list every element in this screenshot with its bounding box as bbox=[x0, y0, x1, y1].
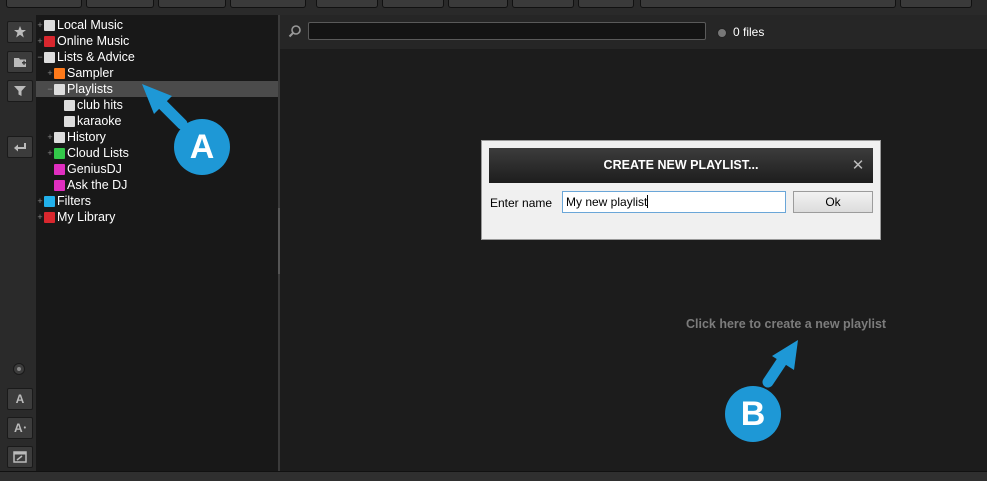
close-icon[interactable]: ✕ bbox=[851, 148, 865, 183]
tree-item-history[interactable]: + History bbox=[36, 129, 278, 145]
tree-item-club-hits[interactable]: club hits bbox=[36, 97, 278, 113]
toolbar-button[interactable] bbox=[448, 0, 508, 8]
toolbar-button[interactable] bbox=[512, 0, 574, 8]
new-folder-button[interactable] bbox=[7, 51, 33, 73]
toolbar-button[interactable] bbox=[86, 0, 154, 8]
text-cursor bbox=[647, 195, 649, 208]
toolbar-button[interactable] bbox=[900, 0, 972, 8]
tree-item-label: Online Music bbox=[57, 34, 130, 48]
annotation-b-marker: B bbox=[725, 386, 781, 442]
tree-item-label: Playlists bbox=[67, 82, 113, 96]
create-playlist-dialog: CREATE NEW PLAYLIST... ✕ Enter name My n… bbox=[481, 140, 881, 240]
window-button[interactable] bbox=[7, 446, 33, 468]
window-icon bbox=[13, 451, 27, 463]
funnel-icon bbox=[14, 86, 26, 96]
annotation-a-marker: A bbox=[174, 119, 230, 175]
folder-add-icon bbox=[14, 58, 26, 67]
tree-item-sampler[interactable]: + Sampler bbox=[36, 65, 278, 81]
playlist-name-field[interactable]: My new playlist bbox=[562, 191, 786, 213]
tree-item-label: club hits bbox=[77, 98, 123, 112]
playlist-name-value: My new playlist bbox=[566, 195, 648, 209]
toolbar-button[interactable] bbox=[316, 0, 378, 8]
strip-indicator[interactable] bbox=[13, 363, 25, 375]
tree-item-karaoke[interactable]: karaoke bbox=[36, 113, 278, 129]
ok-button[interactable]: Ok bbox=[793, 191, 873, 213]
toolbar-button[interactable] bbox=[578, 0, 634, 8]
tree-item-lists-advice[interactable]: − Lists & Advice bbox=[36, 49, 278, 65]
create-playlist-hint[interactable]: Click here to create a new playlist bbox=[686, 317, 886, 331]
font-size-button[interactable]: A bbox=[7, 388, 33, 410]
tree-item-label: Local Music bbox=[57, 18, 123, 32]
tree-item-label: Cloud Lists bbox=[67, 146, 129, 160]
expander-icon[interactable]: + bbox=[36, 17, 44, 33]
toolbar-button[interactable] bbox=[158, 0, 226, 8]
main-panel: 0 files Click here to create a new playl… bbox=[280, 15, 987, 471]
back-button[interactable] bbox=[7, 136, 33, 158]
playlist-file-icon bbox=[64, 99, 75, 111]
expander-icon[interactable]: + bbox=[36, 209, 44, 225]
tree-item-geniusdj[interactable]: GeniusDJ bbox=[36, 161, 278, 177]
dialog-title: CREATE NEW PLAYLIST... bbox=[603, 158, 759, 172]
expander-icon[interactable]: + bbox=[46, 65, 54, 81]
tree-item-ask-the-dj[interactable]: Ask the DJ bbox=[36, 177, 278, 193]
dialog-title-bar[interactable]: CREATE NEW PLAYLIST... ✕ bbox=[489, 148, 873, 183]
expander-icon[interactable]: − bbox=[36, 49, 44, 65]
name-label: Enter name bbox=[490, 196, 553, 210]
font-size-small-button[interactable]: A • bbox=[7, 417, 33, 439]
monitor-icon bbox=[44, 19, 55, 31]
toolbar-button[interactable] bbox=[230, 0, 306, 8]
return-arrow-icon bbox=[14, 143, 26, 152]
history-icon bbox=[54, 131, 65, 143]
expander-icon[interactable]: + bbox=[46, 145, 54, 161]
file-count-indicator bbox=[717, 28, 727, 38]
tree-item-filters[interactable]: + Filters bbox=[36, 193, 278, 209]
left-icon-strip: A A • bbox=[0, 15, 37, 471]
expander-icon[interactable]: + bbox=[36, 33, 44, 49]
tree-item-label: Lists & Advice bbox=[57, 50, 135, 64]
filter-icon bbox=[44, 195, 55, 207]
font-a-small-icon: A bbox=[13, 421, 23, 435]
toolbar-button[interactable] bbox=[382, 0, 444, 8]
font-a-icon: A bbox=[15, 392, 25, 406]
tree-item-playlists[interactable]: − Playlists bbox=[36, 81, 278, 97]
search-bar: 0 files bbox=[280, 15, 987, 49]
tree-item-label: History bbox=[67, 130, 106, 144]
tree-item-label: Ask the DJ bbox=[67, 178, 128, 192]
filter-folder-button[interactable] bbox=[7, 80, 33, 102]
tree-item-online-music[interactable]: + Online Music bbox=[36, 33, 278, 49]
expander-icon[interactable]: + bbox=[46, 129, 54, 145]
sampler-icon bbox=[54, 67, 65, 79]
file-count: 0 files bbox=[733, 25, 765, 39]
tree-item-label: My Library bbox=[57, 210, 116, 224]
tree-item-local-music[interactable]: + Local Music bbox=[36, 17, 278, 33]
globe-icon bbox=[44, 35, 55, 47]
tree-item-label: karaoke bbox=[77, 114, 122, 128]
search-icon[interactable] bbox=[288, 24, 302, 38]
toolbar-button[interactable] bbox=[640, 0, 896, 8]
playlist-file-icon bbox=[64, 115, 75, 127]
tree-item-label: Sampler bbox=[67, 66, 114, 80]
tree-item-label: Filters bbox=[57, 194, 92, 208]
toolbar-button[interactable] bbox=[6, 0, 82, 8]
folder-tree: + Local Music + Online Music − Lists & Advice… bbox=[36, 15, 278, 471]
expander-icon[interactable]: + bbox=[36, 193, 44, 209]
favorites-button[interactable] bbox=[7, 21, 33, 43]
cloud-icon bbox=[54, 147, 65, 159]
ask-icon bbox=[54, 179, 65, 191]
playlist-icon bbox=[54, 83, 65, 95]
expander-icon[interactable]: − bbox=[46, 81, 54, 97]
list-icon bbox=[44, 51, 55, 63]
search-input[interactable] bbox=[308, 22, 706, 40]
tree-item-cloud-lists[interactable]: + Cloud Lists bbox=[36, 145, 278, 161]
star-folder-icon bbox=[14, 26, 26, 38]
genius-icon bbox=[54, 163, 65, 175]
top-toolbar bbox=[0, 0, 987, 16]
tree-item-my-library[interactable]: + My Library bbox=[36, 209, 278, 225]
tree-item-label: GeniusDJ bbox=[67, 162, 122, 176]
library-icon bbox=[44, 211, 55, 223]
